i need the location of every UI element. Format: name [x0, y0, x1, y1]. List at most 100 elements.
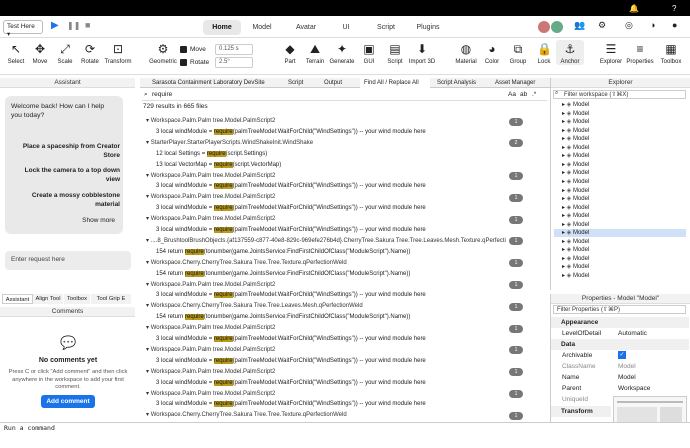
result-file-row[interactable]: ▾ Workspace.Palm.Palm tree.Model.PalmScr… — [146, 116, 506, 127]
explorer-item-model[interactable]: ▸ ◈ Model — [554, 152, 686, 160]
properties-filter-input[interactable]: Filter Properties (⇧⌘P) — [553, 305, 686, 314]
test-dropdown[interactable]: Test Here ▾ — [3, 20, 43, 38]
move-tool[interactable]: ✥ Move — [26, 40, 54, 65]
rotate-tool[interactable]: ⟳ Rotate — [76, 40, 104, 65]
match-case-icon[interactable]: Aa — [508, 91, 516, 98]
robux-icon[interactable]: ◎ — [625, 20, 633, 31]
color-button[interactable]: ◕ Color — [478, 40, 506, 65]
tab-home[interactable]: Home — [203, 20, 241, 35]
result-line-row[interactable]: 3 local windModule = require(palmTreeMod… — [145, 399, 505, 410]
explorer-item-model[interactable]: ▸ ◈ Model — [554, 204, 686, 212]
explorer-item-model[interactable]: ▸ ◈ Model — [554, 263, 686, 271]
suggestion-material[interactable]: Create a mossy cobblestone material — [20, 191, 120, 209]
tab-script-analysis[interactable]: Script Analysis — [434, 78, 490, 88]
rotate-checkbox[interactable] — [180, 59, 187, 66]
explorer-item-model[interactable]: ▸ ◈ Model — [554, 169, 686, 177]
avatar[interactable] — [538, 21, 550, 33]
tab-script[interactable]: Script — [370, 20, 402, 35]
tab-script-doc[interactable]: Script — [280, 78, 318, 88]
explorer-filter-input[interactable]: Filter workspace (⇧⌘X) — [553, 90, 686, 99]
section-data[interactable]: Data — [551, 339, 689, 350]
explorer-item-model[interactable]: ▸ ◈ Model — [554, 101, 686, 109]
explorer-item-model[interactable]: ▸ ◈ Model — [554, 178, 686, 186]
section-transform[interactable]: Transform — [551, 406, 611, 417]
help-icon[interactable]: ? — [672, 4, 676, 13]
result-line-row[interactable]: 154 return require(tonumber(game.JointsS… — [145, 269, 505, 280]
pause-icon[interactable]: ❚❚ — [67, 21, 80, 30]
result-line-row[interactable]: 3 local windModule = require(palmTreeMod… — [145, 356, 505, 367]
stop-icon[interactable]: ■ — [85, 20, 90, 30]
terrain-button[interactable]: ⛰ Terrain — [301, 40, 329, 65]
lock-button[interactable]: 🔒 Lock — [530, 40, 558, 65]
explorer-item-model[interactable]: ▸ ◈ Model — [554, 135, 686, 143]
regex-icon[interactable]: .* — [532, 91, 536, 98]
prop-value[interactable]: Model — [618, 372, 636, 383]
whole-word-icon[interactable]: ab — [520, 91, 527, 98]
tab-avatar[interactable]: Avatar — [290, 20, 322, 35]
share-icon[interactable]: 👥 — [574, 20, 585, 31]
result-file-row[interactable]: ▾ Workspace.Palm.Palm tree.Model.PalmScr… — [146, 323, 506, 334]
scale-tool[interactable]: ⤢ Scale — [51, 40, 79, 65]
explorer-item-model[interactable]: ▸ ◈ Model — [554, 272, 686, 280]
result-line-row[interactable]: 3 local windModule = require(palmTreeMod… — [145, 225, 505, 236]
generate-button[interactable]: ✦ Generate — [327, 40, 357, 65]
result-file-row[interactable]: ▾ ....8_BrushtoolBrushObjects.{af137559-… — [146, 236, 506, 247]
move-increment-field[interactable]: 0.125 s — [215, 44, 253, 55]
search-input[interactable]: require — [152, 91, 482, 98]
tab-assistant[interactable]: Assistant — [2, 294, 33, 304]
explorer-item-model[interactable]: ▸ ◈ Model — [554, 187, 686, 195]
script-button[interactable]: ▤ Script — [381, 40, 409, 65]
result-line-row[interactable]: 13 local VectorMap = require(script.Vect… — [145, 160, 505, 171]
explorer-item-model[interactable]: ▸ ◈ Model — [554, 246, 686, 254]
explorer-item-model[interactable]: ▸ ◈ Model — [554, 212, 686, 220]
play-icon[interactable]: ▶ — [51, 20, 59, 31]
prop-value[interactable]: Automatic — [618, 328, 647, 339]
rotate-increment-field[interactable]: 2.5° — [215, 57, 253, 68]
move-checkbox[interactable] — [180, 46, 187, 53]
explorer-item-model[interactable]: ▸ ◈ Model — [554, 161, 686, 169]
result-line-row[interactable]: 3 local windModule = require(palmTreeMod… — [145, 203, 505, 214]
result-file-row[interactable]: ▾ Workspace.Palm.Palm tree.Model.PalmScr… — [146, 171, 506, 182]
command-input[interactable]: Run a command — [4, 424, 604, 434]
tab-tool-grip[interactable]: Tool Grip E — [91, 294, 131, 304]
anchor-button[interactable]: ⚓ Anchor — [556, 40, 584, 65]
group-button[interactable]: ⧉ Group — [504, 40, 532, 65]
mode-icon[interactable]: ◑ — [650, 20, 655, 30]
result-file-row[interactable]: ▾ Workspace.Cherry.CherryTree.Sakura Tre… — [146, 258, 506, 269]
tab-output[interactable]: Output — [320, 78, 356, 88]
result-file-row[interactable]: ▾ Workspace.Palm.Palm tree.Model.PalmScr… — [146, 389, 506, 400]
result-file-row[interactable]: ▾ Workspace.Palm.Palm tree.Model.PalmScr… — [146, 280, 506, 291]
result-line-row[interactable]: 154 return require(tonumber(game.JointsS… — [145, 247, 505, 258]
explorer-toggle[interactable]: ☰ Explorer — [597, 40, 625, 65]
explorer-item-model[interactable]: ▸ ◈ Model — [554, 118, 686, 126]
result-file-row[interactable]: ▾ Workspace.Palm.Palm tree.Model.PalmScr… — [146, 367, 506, 378]
result-file-row[interactable]: ▾ Workspace.Cherry.CherryTree.Sakura Tre… — [146, 301, 506, 312]
tab-ui[interactable]: UI — [334, 20, 358, 35]
part-button[interactable]: ◆ Part — [276, 40, 304, 65]
result-line-row[interactable]: 3 local windModule = require(palmTreeMod… — [145, 378, 505, 389]
tab-toolbox[interactable]: Toolbox — [64, 294, 90, 304]
profile-icon[interactable]: ● — [672, 20, 677, 30]
explorer-item-model[interactable]: ▸ ◈ Model — [554, 221, 686, 229]
explorer-item-model[interactable]: ▸ ◈ Model — [554, 144, 686, 152]
explorer-item-model[interactable]: ▸ ◈ Model — [554, 195, 686, 203]
explorer-item-model[interactable]: ▸ ◈ Model — [554, 255, 686, 263]
archivable-checkbox[interactable]: ✓ — [618, 351, 626, 359]
suggestion-spaceship[interactable]: Place a spaceship from Creator Store — [20, 142, 120, 160]
result-line-row[interactable]: 12 local Settings = require(script.Setti… — [145, 149, 505, 160]
gui-button[interactable]: ▣ GUI — [355, 40, 383, 65]
tab-plugins[interactable]: Plugins — [412, 20, 444, 35]
tab-align-tool[interactable]: Align Tool — [33, 294, 63, 304]
result-line-row[interactable]: 3 local windModule = require(palmTreeMod… — [145, 127, 505, 138]
result-file-row[interactable]: ▾ StarterPlayer.StarterPlayerScripts.Win… — [146, 138, 506, 149]
prop-value[interactable]: Workspace — [618, 383, 650, 394]
result-file-row[interactable]: ▾ Workspace.Palm.Palm tree.Model.PalmScr… — [146, 192, 506, 203]
result-line-row[interactable]: 154 return require(tonumber(game.JointsS… — [145, 312, 505, 323]
material-button[interactable]: ◍ Material — [451, 40, 481, 65]
explorer-item-model[interactable]: ▸ ◈ Model — [554, 110, 686, 118]
add-comment-button[interactable]: Add comment — [41, 395, 95, 408]
tab-asset-manager[interactable]: Asset Manager — [492, 78, 548, 88]
suggestion-camera[interactable]: Lock the camera to a top down view — [20, 166, 120, 184]
toolbox-toggle[interactable]: ▦ Toolbox — [656, 40, 686, 65]
result-file-row[interactable]: ▾ Workspace.Palm.Palm tree.Model.PalmScr… — [146, 214, 506, 225]
